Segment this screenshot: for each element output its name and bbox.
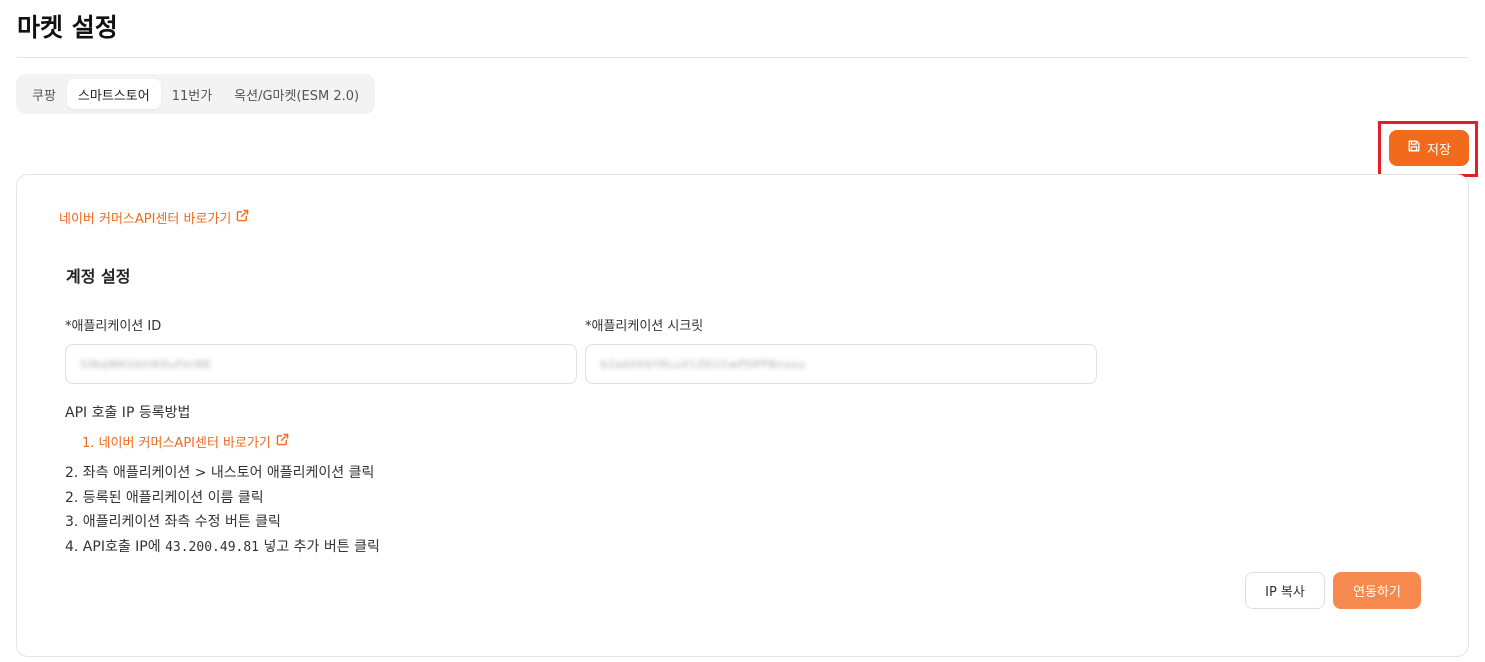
step-item: 3. 애플리케이션 좌측 수정 버튼 클릭 bbox=[65, 514, 281, 530]
step1-commerce-api-link[interactable]: 1. 네이버 커머스API센터 바로가기 bbox=[82, 432, 289, 451]
step-item: 2. 좌측 애플리케이션 > 내스토어 애플리케이션 클릭 bbox=[65, 465, 375, 481]
step-item: 2. 등록된 애플리케이션 이름 클릭 bbox=[65, 489, 264, 506]
ip-copy-button[interactable]: IP 복사 bbox=[1245, 572, 1325, 609]
save-button[interactable]: 저장 bbox=[1389, 130, 1469, 166]
account-settings-title: 계정 설정 bbox=[66, 267, 131, 286]
app-secret-label: *애플리케이션 시크릿 bbox=[585, 319, 704, 334]
app-id-label: *애플리케이션 ID bbox=[65, 319, 162, 334]
commerce-api-link-label: 네이버 커머스API센터 바로가기 bbox=[59, 212, 232, 227]
tab-esm[interactable]: 옥션/G마켓(ESM 2.0) bbox=[223, 79, 370, 109]
connect-button[interactable]: 연동하기 bbox=[1333, 572, 1421, 609]
app-secret-input[interactable]: $2a$04$YRLuX1ZEU1wPDPPBnxxu bbox=[585, 344, 1097, 384]
commerce-api-link[interactable]: 네이버 커머스API센터 바로가기 bbox=[59, 208, 249, 227]
tab-smartstore[interactable]: 스마트스토어 bbox=[66, 79, 161, 109]
step1-link-label: 1. 네이버 커머스API센터 바로가기 bbox=[82, 436, 271, 451]
app-id-value: 5iNqWKGkhlK0uFbrNE bbox=[80, 357, 212, 371]
server-ip-value: 43.200.49.81 bbox=[165, 539, 259, 555]
page-title: 마켓 설정 bbox=[17, 13, 118, 42]
ip-registration-steps: 2. 좌측 애플리케이션 > 내스토어 애플리케이션 클릭 2. 등록된 애플리… bbox=[65, 461, 380, 560]
step4-suffix: 넣고 추가 버튼 클릭 bbox=[259, 538, 380, 555]
save-icon bbox=[1407, 139, 1421, 157]
external-link-icon bbox=[236, 209, 249, 226]
tab-11st[interactable]: 11번가 bbox=[161, 79, 223, 109]
smartstore-settings-card: 네이버 커머스API센터 바로가기 계정 설정 *애플리케이션 ID 5iNqW… bbox=[16, 174, 1469, 657]
app-secret-value: $2a$04$YRLuX1ZEU1wPDPPBnxxu bbox=[600, 357, 806, 371]
step4-prefix: 4. API호출 IP에 bbox=[65, 538, 166, 555]
step-item-ip: 4. API호출 IP에 43.200.49.81 넣고 추가 버튼 클릭 bbox=[65, 535, 380, 561]
ip-registration-title: API 호출 IP 등록방법 bbox=[65, 405, 191, 421]
app-id-input[interactable]: 5iNqWKGkhlK0uFbrNE bbox=[65, 344, 577, 384]
title-divider bbox=[17, 57, 1468, 58]
external-link-icon bbox=[276, 433, 289, 450]
save-button-label: 저장 bbox=[1427, 142, 1451, 158]
market-tabs: 쿠팡 스마트스토어 11번가 옥션/G마켓(ESM 2.0) bbox=[16, 74, 376, 114]
tab-coupang[interactable]: 쿠팡 bbox=[21, 79, 67, 109]
